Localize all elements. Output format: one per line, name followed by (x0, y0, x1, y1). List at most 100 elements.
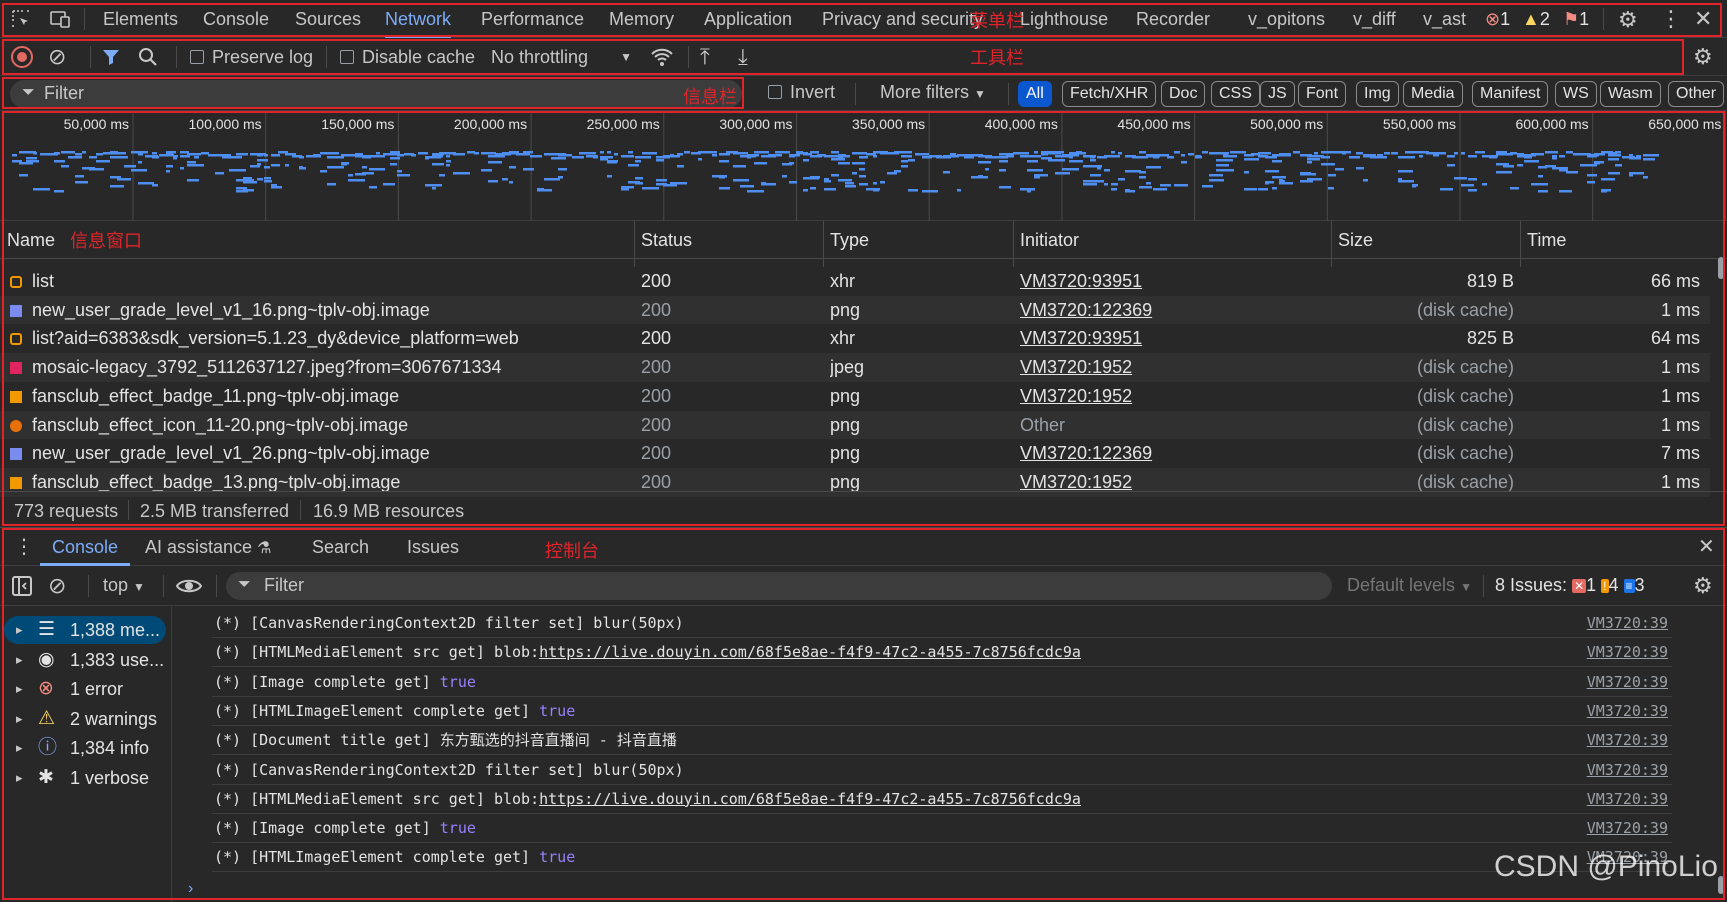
tab-network[interactable]: Network (385, 0, 452, 38)
table-row[interactable]: fansclub_effect_badge_11.png~tplv-obj.im… (0, 381, 1710, 411)
console-message-source-link[interactable]: VM3720:39 (1587, 726, 1668, 755)
expand-arrow-icon[interactable]: ▸ (16, 734, 23, 762)
type-filter-all[interactable]: All (1018, 81, 1052, 107)
tab-ai-assistance[interactable]: AI assistance ⚗ (145, 528, 271, 566)
log-levels-dropdown[interactable]: Default levels ▼ (1347, 575, 1472, 596)
table-row[interactable]: mosaic-legacy_3792_5112637127.jpeg?from=… (0, 353, 1710, 383)
error-count[interactable]: ⊗1 (1485, 0, 1510, 38)
issues-counter[interactable]: 8 Issues: ✕ 1 ! 4 ≡ 3 (1495, 575, 1645, 596)
tab-recorder[interactable]: Recorder (1136, 0, 1210, 38)
live-expression-eye-icon[interactable] (175, 575, 203, 602)
import-har-icon[interactable]: ⤒ (700, 44, 710, 70)
type-filter-css[interactable]: CSS (1211, 81, 1260, 107)
tab-performance[interactable]: Performance (481, 0, 584, 38)
table-scrollbar[interactable] (1716, 221, 1727, 491)
cell-name[interactable]: list?aid=6383&sdk_version=5.1.23_dy&devi… (0, 324, 630, 353)
console-message-link[interactable]: https://live.douyin.com/68f5e8ae-f4f9-47… (539, 790, 1081, 808)
column-header-initiator[interactable]: Initiator (1013, 221, 1079, 259)
type-filter-js[interactable]: JS (1260, 81, 1295, 107)
table-row[interactable]: new_user_grade_level_v1_16.png~tplv-obj.… (0, 295, 1710, 325)
type-filter-doc[interactable]: Doc (1161, 81, 1206, 107)
console-message-source-link[interactable]: VM3720:39 (1587, 697, 1668, 726)
issue-count[interactable]: ⚑1 (1563, 0, 1589, 38)
sidebar-item[interactable]: ▸ ⚠ 2 warnings (4, 705, 166, 733)
column-header-type[interactable]: Type (823, 221, 869, 259)
tab-privacy-security[interactable]: Privacy and security (822, 0, 983, 38)
context-selector[interactable]: top ▼ (103, 575, 145, 596)
console-message-source-link[interactable]: VM3720:39 (1587, 814, 1668, 843)
type-filter-wasm[interactable]: Wasm (1600, 81, 1661, 107)
type-filter-img[interactable]: Img (1356, 81, 1399, 107)
console-settings-gear-icon[interactable]: ⚙ (1693, 573, 1713, 599)
expand-arrow-icon[interactable]: ▸ (16, 675, 23, 703)
export-har-icon[interactable]: ⤓ (738, 44, 748, 70)
network-settings-gear-icon[interactable]: ⚙ (1693, 44, 1713, 70)
drawer-menu-icon[interactable]: ⋮ (14, 534, 34, 559)
tab-console[interactable]: Console (203, 0, 269, 38)
column-header-name[interactable]: Name (0, 221, 55, 259)
cell-initiator[interactable]: VM3720:122369 (1020, 296, 1320, 325)
console-prompt-icon[interactable]: › (188, 880, 193, 898)
type-filter-manifest[interactable]: Manifest (1472, 81, 1549, 107)
cell-name[interactable]: new_user_grade_level_v1_26.png~tplv-obj.… (0, 439, 630, 468)
tab-memory[interactable]: Memory (609, 0, 674, 38)
expand-arrow-icon[interactable]: ▸ (16, 764, 23, 792)
cell-initiator[interactable]: VM3720:1952 (1020, 353, 1320, 382)
filter-input[interactable]: ⏷ Filter (10, 80, 742, 108)
throttling-select[interactable]: No throttling ▼ (491, 38, 636, 76)
settings-gear-icon[interactable]: ⚙ (1618, 7, 1638, 33)
console-message-source-link[interactable]: VM3720:39 (1587, 638, 1668, 667)
more-options-icon[interactable]: ⋮ (1660, 6, 1682, 32)
cell-initiator[interactable]: VM3720:93951 (1020, 324, 1320, 353)
console-message-source-link[interactable]: VM3720:39 (1587, 668, 1668, 697)
clear-icon[interactable]: ⊘ (48, 44, 66, 70)
expand-arrow-icon[interactable]: ▸ (16, 646, 23, 674)
close-drawer-icon[interactable]: ✕ (1698, 534, 1715, 559)
sidebar-item[interactable]: ▸ ◉ 1,383 use... (4, 646, 166, 674)
column-header-status[interactable]: Status (634, 221, 692, 259)
search-icon[interactable] (138, 47, 158, 72)
type-filter-fetch-xhr[interactable]: Fetch/XHR (1062, 81, 1157, 107)
more-filters-dropdown[interactable]: More filters ▼ (880, 82, 986, 103)
cell-name[interactable]: new_user_grade_level_v1_16.png~tplv-obj.… (0, 296, 630, 325)
close-devtools-icon[interactable]: ✕ (1694, 6, 1712, 32)
table-row[interactable]: list?aid=6383&sdk_version=5.1.23_dy&devi… (0, 324, 1710, 354)
inspect-element-icon[interactable] (10, 8, 32, 30)
cell-name[interactable]: fansclub_effect_icon_11-20.png~tplv-obj.… (0, 411, 630, 440)
filter-funnel-icon[interactable] (101, 47, 121, 72)
cell-initiator[interactable]: VM3720:1952 (1020, 382, 1320, 411)
network-overview-timeline[interactable]: 50,000 ms 100,000 ms 150,000 ms 200,000 ms 2… (0, 111, 1727, 221)
preserve-log-checkbox[interactable]: Preserve log (190, 38, 313, 76)
cell-name[interactable]: fansclub_effect_badge_11.png~tplv-obj.im… (0, 382, 630, 411)
invert-checkbox[interactable]: Invert (768, 82, 835, 103)
clear-console-icon[interactable]: ⊘ (48, 573, 66, 599)
console-message-source-link[interactable]: VM3720:39 (1587, 609, 1668, 638)
tab-lighthouse[interactable]: Lighthouse (1020, 0, 1108, 38)
tab-issues[interactable]: Issues (407, 528, 459, 566)
tab-v-diff[interactable]: v_diff (1353, 0, 1396, 38)
type-filter-other[interactable]: Other (1668, 81, 1725, 107)
sidebar-item[interactable]: ▸ ☰ 1,388 me... (4, 616, 166, 644)
column-header-size[interactable]: Size (1331, 221, 1373, 259)
network-conditions-icon[interactable] (650, 46, 674, 73)
scrollbar-thumb[interactable] (1718, 876, 1724, 894)
cell-initiator[interactable]: VM3720:122369 (1020, 439, 1320, 468)
tab-sources[interactable]: Sources (295, 0, 361, 38)
console-message-link[interactable]: https://live.douyin.com/68f5e8ae-f4f9-47… (539, 643, 1081, 661)
tab-v-opitons[interactable]: v_opitons (1248, 0, 1325, 38)
column-header-time[interactable]: Time (1520, 221, 1566, 259)
tab-search[interactable]: Search (312, 528, 369, 566)
cell-initiator[interactable]: VM3720:93951 (1020, 267, 1320, 296)
type-filter-font[interactable]: Font (1298, 81, 1347, 107)
console-message-source-link[interactable]: VM3720:39 (1587, 756, 1668, 785)
expand-arrow-icon[interactable]: ▸ (16, 705, 23, 733)
sidebar-item[interactable]: ▸ ⊗ 1 error (4, 675, 166, 703)
tab-application[interactable]: Application (704, 0, 792, 38)
table-row[interactable]: list 200 xhr VM3720:93951 819 B 66 ms (0, 267, 1710, 296)
tab-console[interactable]: Console (40, 528, 131, 566)
table-row[interactable]: new_user_grade_level_v1_26.png~tplv-obj.… (0, 439, 1710, 469)
cell-name[interactable]: mosaic-legacy_3792_5112637127.jpeg?from=… (0, 353, 630, 382)
console-message-source-link[interactable]: VM3720:39 (1587, 785, 1668, 814)
disable-cache-checkbox[interactable]: Disable cache (340, 38, 475, 76)
device-toolbar-icon[interactable] (48, 8, 72, 30)
